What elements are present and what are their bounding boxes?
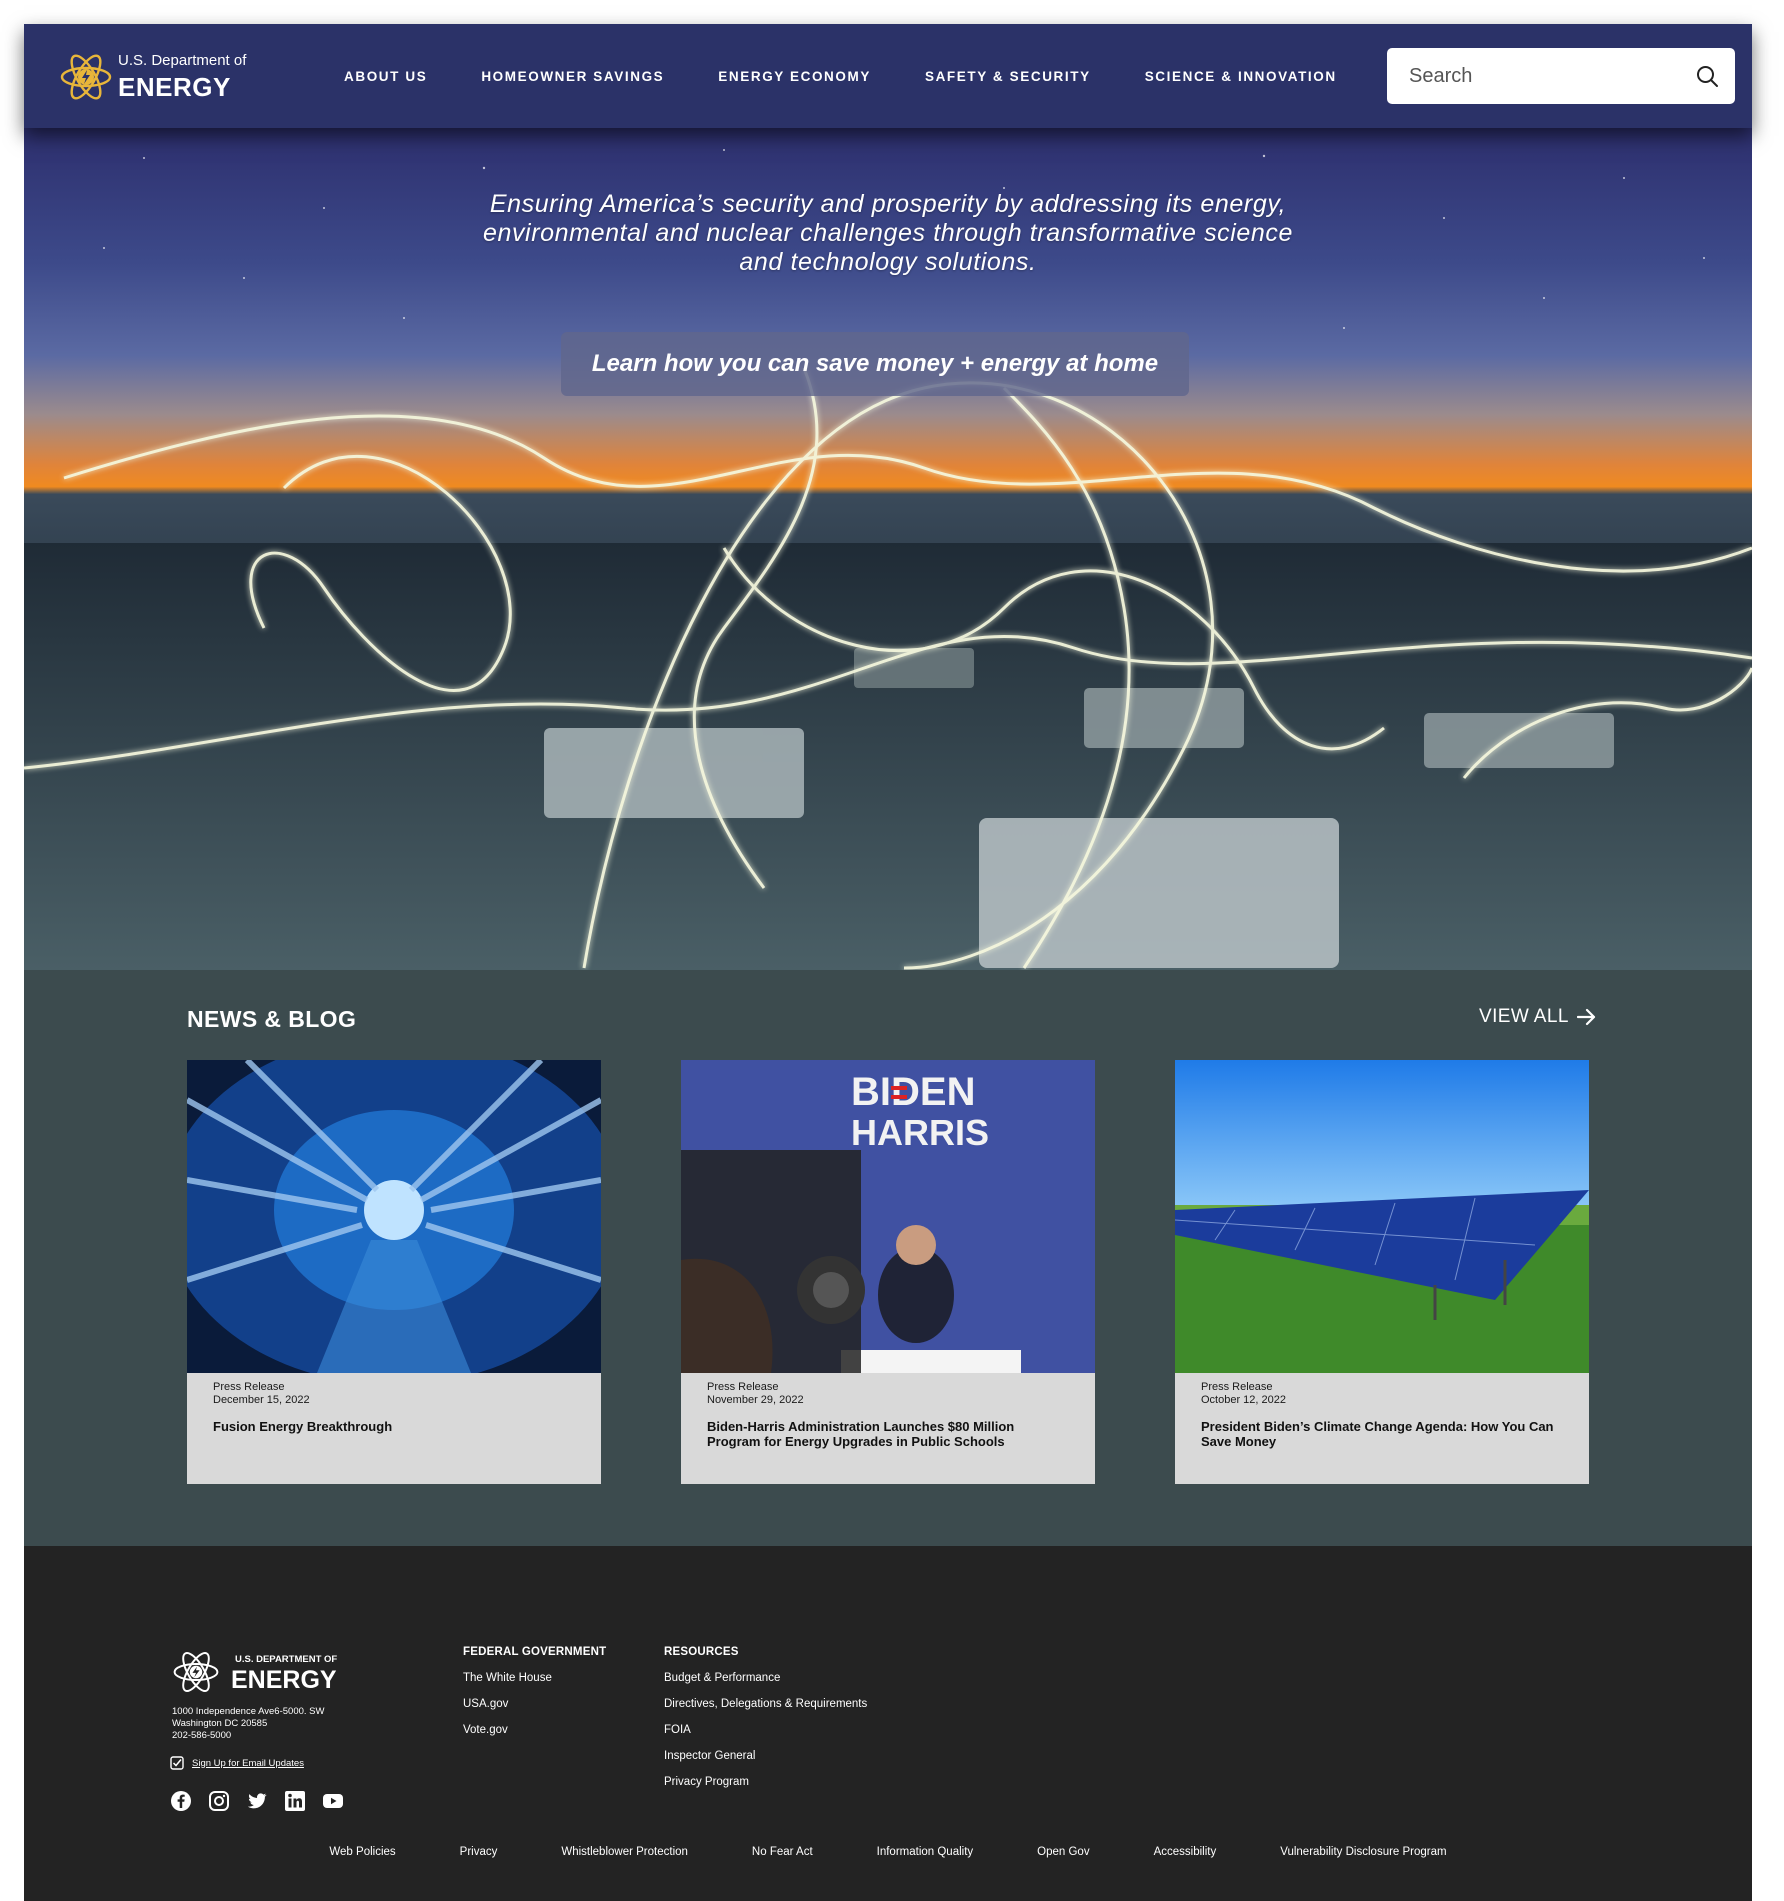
site-footer: U.S. DEPARTMENT OF ENERGY 1000 Independe… <box>24 1546 1752 1901</box>
footer-column-federal: FEDERAL GOVERNMENT The White House USA.g… <box>463 1646 606 1750</box>
atom-logo-icon <box>173 1652 219 1692</box>
email-signup-label: Sign Up for Email Updates <box>192 1757 304 1769</box>
footer-column-title: RESOURCES <box>664 1646 739 1658</box>
hero-tagline: Ensuring America’s security and prosperi… <box>24 190 1752 277</box>
tagline-line: environmental and nuclear challenges thr… <box>482 219 1294 247</box>
footer-link-inspector-general[interactable]: Inspector General <box>664 1750 867 1762</box>
news-heading: NEWS & BLOG <box>187 1006 357 1032</box>
card-body: Press Release November 29, 2022 Biden-Ha… <box>681 1373 1095 1457</box>
address-line: Washington DC 20585 <box>172 1718 268 1729</box>
footer-link-whistleblower[interactable]: Whistleblower Protection <box>561 1846 688 1858</box>
address-line: 202-586-5000 <box>172 1730 232 1741</box>
footer-link-web-policies[interactable]: Web Policies <box>329 1846 395 1858</box>
save-money-cta-button[interactable]: Learn how you can save money + energy at… <box>561 332 1189 396</box>
arrow-right-icon <box>1576 1008 1595 1026</box>
card-body: Press Release December 15, 2022 Fusion E… <box>187 1373 601 1442</box>
card-headline[interactable]: Fusion Energy Breakthrough <box>213 1419 575 1434</box>
news-section: NEWS & BLOG VIEW ALL Press Release Decem… <box>24 970 1752 1546</box>
nav-safety-security[interactable]: SAFETY & SECURITY <box>925 69 1091 84</box>
footer-link-vote-gov[interactable]: Vote.gov <box>463 1724 606 1736</box>
footer-link-no-fear-act[interactable]: No Fear Act <box>752 1846 813 1858</box>
footer-link-accessibility[interactable]: Accessibility <box>1154 1846 1217 1858</box>
hero-banner: Ensuring America’s security and prosperi… <box>24 128 1752 970</box>
solar-panel-image <box>1175 1060 1589 1373</box>
linkedin-icon[interactable] <box>284 1790 308 1814</box>
email-signup-link[interactable]: Sign Up for Email Updates <box>170 1756 304 1770</box>
card-date: November 29, 2022 <box>707 1394 804 1406</box>
footer-link-privacy[interactable]: Privacy <box>460 1846 498 1858</box>
nav-homeowner-savings[interactable]: HOMEOWNER SAVINGS <box>481 69 664 84</box>
card-date: December 15, 2022 <box>213 1394 310 1406</box>
footer-logo-subtitle: U.S. DEPARTMENT OF <box>235 1654 338 1665</box>
tagline-line: Ensuring America’s security and prosperi… <box>489 190 1287 218</box>
news-card[interactable]: Press Release December 15, 2022 Fusion E… <box>187 1060 601 1484</box>
tagline-line: and technology solutions. <box>739 248 1037 276</box>
social-links <box>170 1790 360 1814</box>
page: U.S. Department of ENERGY ABOUT US HOMEO… <box>24 24 1752 1901</box>
instagram-icon[interactable] <box>208 1790 232 1814</box>
footer-column-resources: RESOURCES Budget & Performance Directive… <box>664 1646 867 1802</box>
footer-logo-title: ENERGY <box>231 1666 337 1694</box>
youtube-icon[interactable] <box>322 1790 346 1814</box>
twitter-icon[interactable] <box>246 1790 270 1814</box>
site-header: U.S. Department of ENERGY ABOUT US HOMEO… <box>24 24 1752 128</box>
card-type: Press Release <box>707 1381 779 1393</box>
main-nav: ABOUT US HOMEOWNER SAVINGS ENERGY ECONOM… <box>344 24 1391 128</box>
backdrop-text-harris: HARRIS <box>851 1112 989 1153</box>
logo-subtitle: U.S. Department of <box>118 52 247 69</box>
footer-link-white-house[interactable]: The White House <box>463 1672 606 1684</box>
fusion-lab-image <box>187 1060 601 1373</box>
footer-link-open-gov[interactable]: Open Gov <box>1037 1846 1089 1858</box>
search-box <box>1387 48 1735 104</box>
view-all-link[interactable]: VIEW ALL <box>1479 1006 1597 1028</box>
search-input[interactable] <box>1387 64 1677 88</box>
atom-logo-icon <box>60 54 112 100</box>
footer-link-privacy-program[interactable]: Privacy Program <box>664 1776 867 1788</box>
nav-energy-economy[interactable]: ENERGY ECONOMY <box>718 69 871 84</box>
footer-link-budget[interactable]: Budget & Performance <box>664 1672 867 1684</box>
card-date: October 12, 2022 <box>1201 1394 1287 1406</box>
footer-link-vulnerability-disclosure[interactable]: Vulnerability Disclosure Program <box>1280 1846 1446 1858</box>
card-headline[interactable]: Biden-Harris Administration Launches $80… <box>707 1419 1069 1449</box>
facebook-icon[interactable] <box>170 1790 194 1814</box>
nav-science-innovation[interactable]: SCIENCE & INNOVATION <box>1145 69 1337 84</box>
footer-logo[interactable]: U.S. DEPARTMENT OF ENERGY <box>171 1644 351 1700</box>
footer-address: 1000 Independence Ave6-5000. SW Washingt… <box>172 1706 324 1742</box>
news-card[interactable]: BIDEN HARRIS Press Release November 29, … <box>681 1060 1095 1484</box>
footer-link-usa-gov[interactable]: USA.gov <box>463 1698 606 1710</box>
footer-link-information-quality[interactable]: Information Quality <box>877 1846 974 1858</box>
search-icon[interactable] <box>1695 64 1719 88</box>
footer-link-foia[interactable]: FOIA <box>664 1724 867 1736</box>
card-body: Press Release October 12, 2022 President… <box>1175 1373 1589 1457</box>
news-card[interactable]: Press Release October 12, 2022 President… <box>1175 1060 1589 1484</box>
press-conference-image: BIDEN HARRIS <box>681 1060 1095 1373</box>
logo-title: ENERGY <box>118 72 231 102</box>
footer-column-title: FEDERAL GOVERNMENT <box>463 1646 607 1658</box>
card-headline[interactable]: President Biden’s Climate Change Agenda:… <box>1201 1419 1563 1449</box>
footer-bottom-links: Web Policies Privacy Whistleblower Prote… <box>24 1846 1752 1858</box>
doe-logo[interactable]: U.S. Department of ENERGY <box>58 46 278 108</box>
card-type: Press Release <box>1201 1381 1273 1393</box>
view-all-label: VIEW ALL <box>1479 1006 1569 1027</box>
email-checkbox-icon <box>170 1756 184 1770</box>
backdrop-text-biden: BIDEN <box>851 1070 975 1114</box>
nav-about-us[interactable]: ABOUT US <box>344 69 427 84</box>
card-type: Press Release <box>213 1381 285 1393</box>
footer-link-directives[interactable]: Directives, Delegations & Requirements <box>664 1698 867 1710</box>
address-line: 1000 Independence Ave6-5000. SW <box>172 1706 325 1717</box>
